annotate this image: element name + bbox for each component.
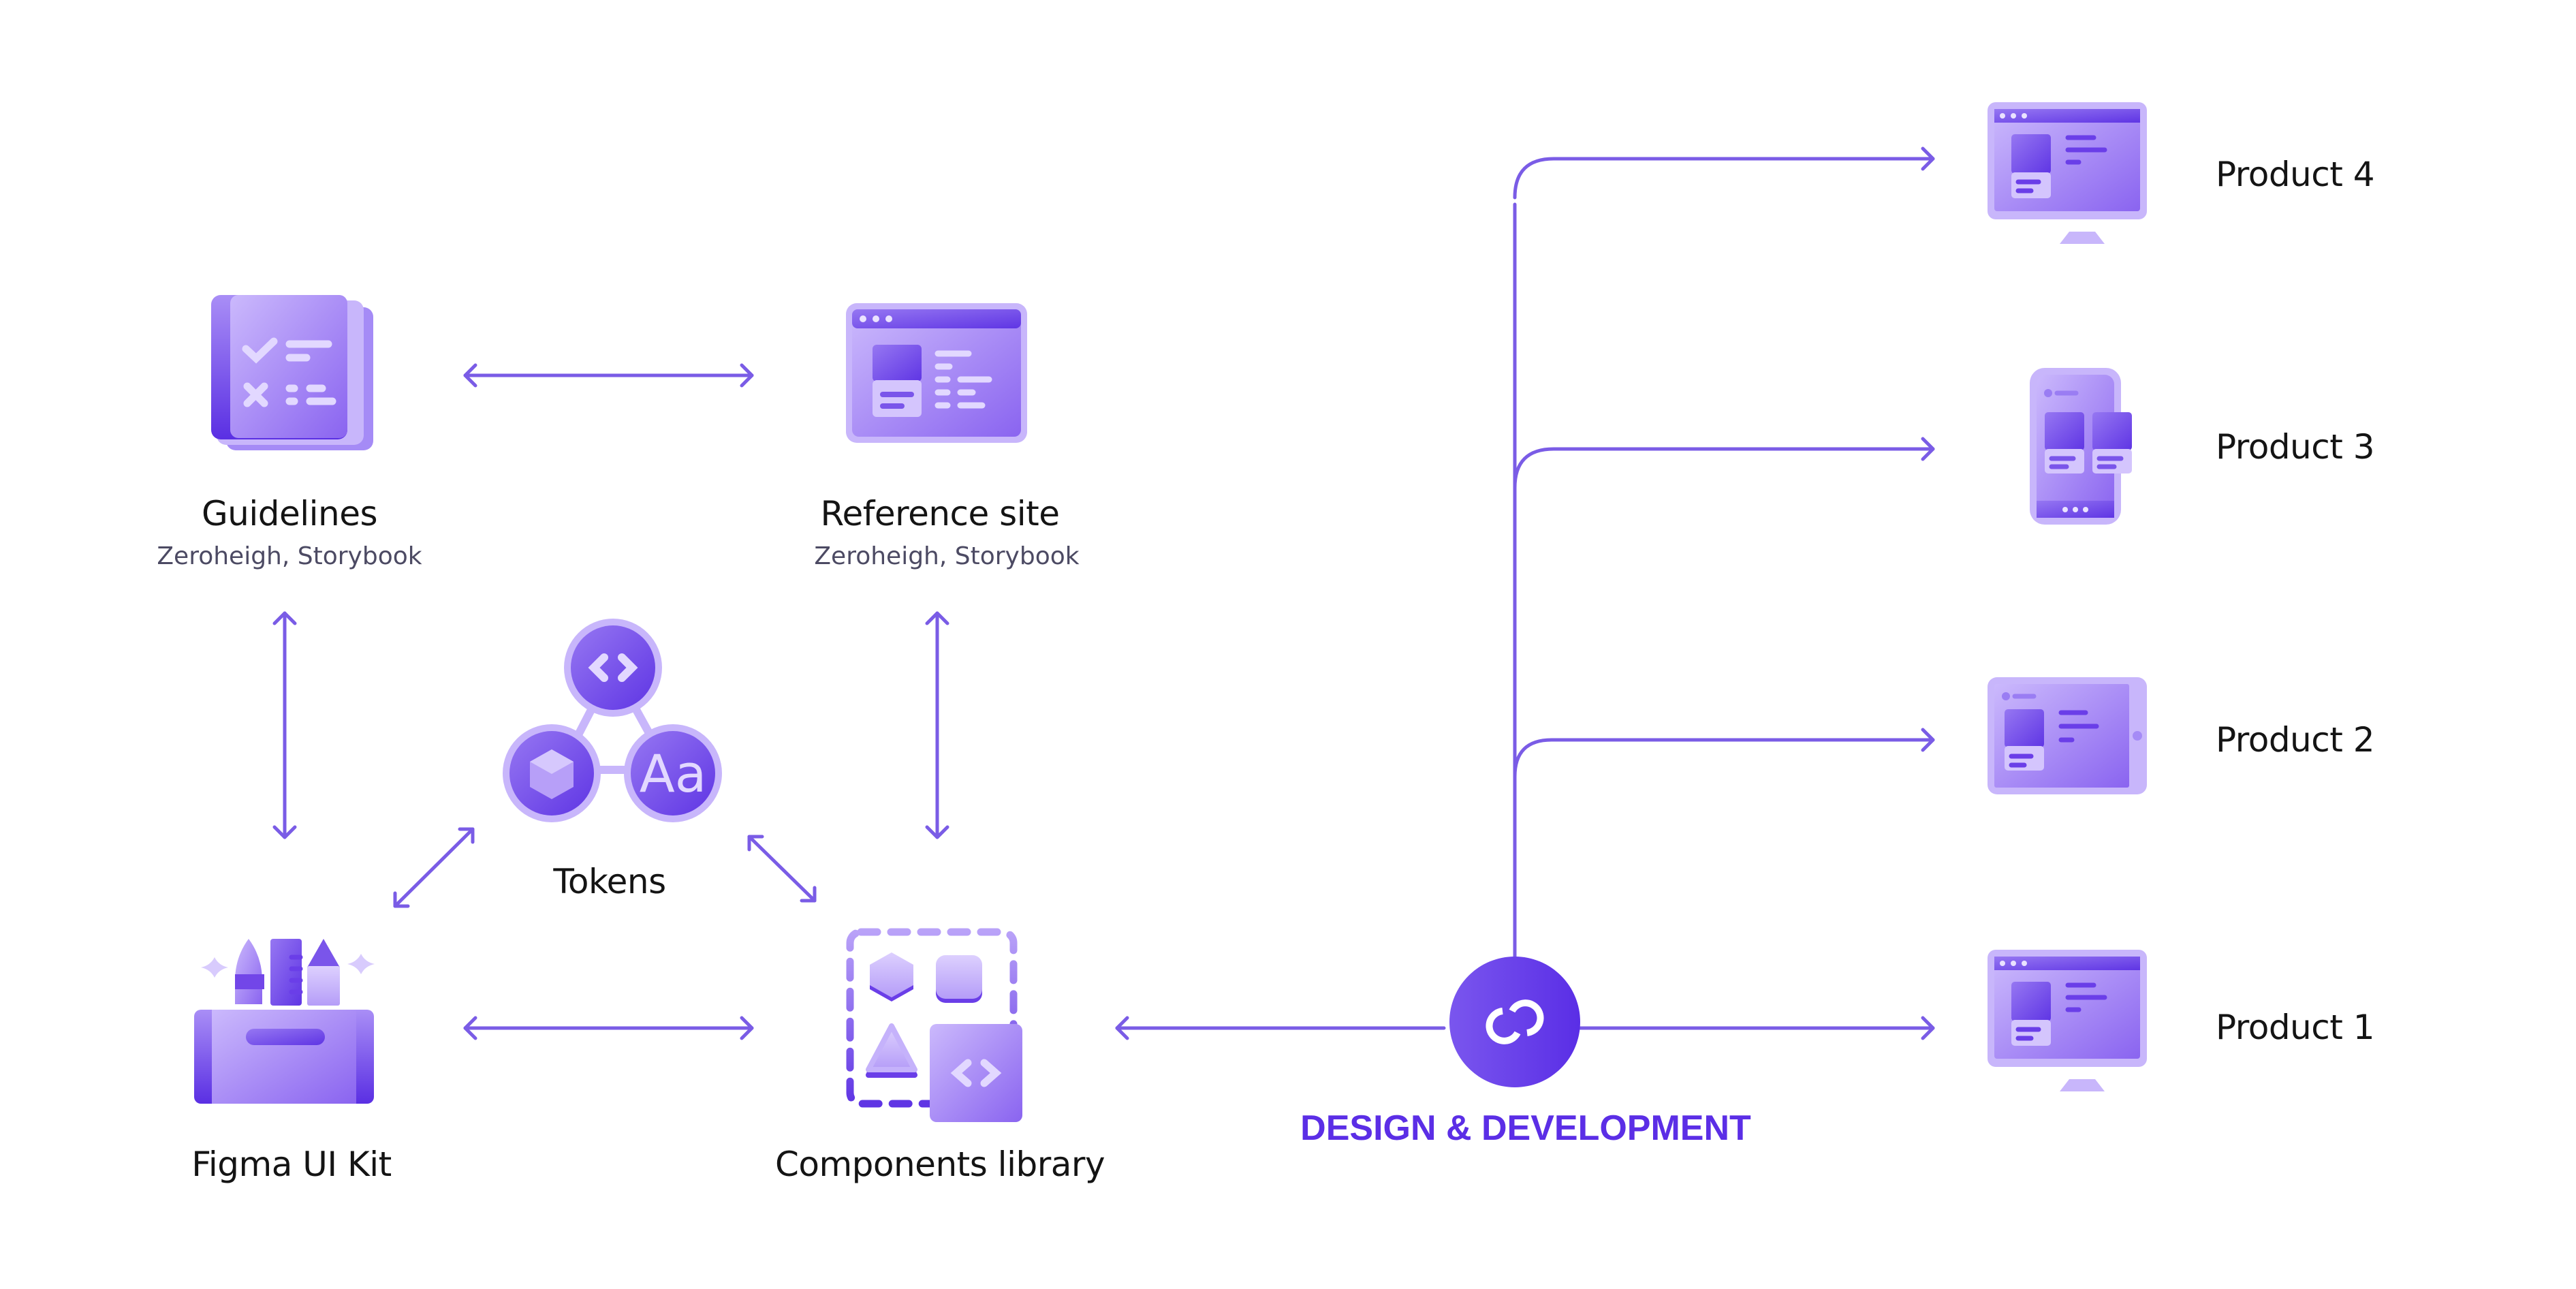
tokens-title: Tokens [553,862,666,901]
product-1-label[interactable]: Product 1 [2216,1008,2375,1047]
browser-window-icon [846,303,1027,443]
reference-site-title: Reference site [820,494,1060,533]
arrow-hub-product-2 [1513,728,1935,779]
tokens-network-icon: Aa [503,619,722,822]
guidelines-subtitle: Zeroheigh, Storybook [157,542,422,570]
components-library-title: Components library [774,1145,1105,1184]
figma-ui-kit-title: Figma UI Kit [191,1145,392,1184]
tablet-device-icon [1988,677,2147,794]
arrow-figma-components [463,1016,754,1040]
book-checklist-icon [211,295,373,450]
product-4-label[interactable]: Product 4 [2216,155,2375,194]
toolbox-icon [194,939,375,1104]
arrow-guidelines-reference [463,363,754,388]
diagram-canvas: Aa [194,102,2147,1122]
arrow-figma-tokens [393,827,475,908]
hub-node[interactable] [1449,957,1580,1087]
arrow-hub-components [1115,1016,1446,1040]
product-2-label[interactable]: Product 2 [2216,720,2375,760]
guidelines-title: Guidelines [201,494,378,533]
product-3-label[interactable]: Product 3 [2216,427,2375,467]
desktop-device-icon [1988,102,2147,244]
typography-icon: Aa [640,743,707,804]
arrow-guidelines-figma [272,611,297,839]
arrow-reference-components [925,611,949,839]
desktop-device-icon [1988,950,2147,1091]
mobile-device-icon [2030,368,2132,525]
arrow-tokens-components [747,835,817,903]
arrow-hub-product-4 [1513,146,1935,200]
arrow-hub-product-3 [1513,437,1935,490]
hub-label: DESIGN & DEVELOPMENT [1300,1108,1751,1148]
reference-site-subtitle: Zeroheigh, Storybook [814,542,1080,570]
components-icon [846,928,1022,1122]
arrow-hub-product-1 [1565,1016,1935,1040]
